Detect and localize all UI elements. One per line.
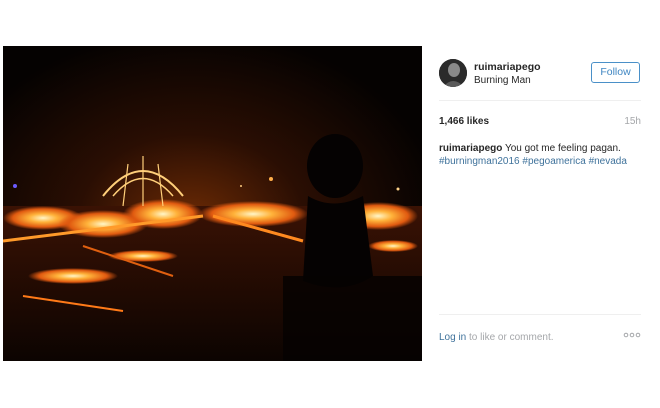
avatar[interactable] <box>439 59 467 87</box>
caption-text: You got me feeling pagan. <box>504 143 621 154</box>
post-time[interactable]: 15h <box>624 116 641 127</box>
caption: ruimariapego You got me feeling pagan. #… <box>439 142 641 168</box>
hashtag-link[interactable]: #burningman2016 <box>439 156 520 167</box>
login-prompt-text: to like or comment. <box>469 332 554 343</box>
more-options-button[interactable] <box>623 330 641 340</box>
post-header: ruimariapego Burning Man Follow <box>439 59 641 99</box>
location[interactable]: Burning Man <box>474 75 531 86</box>
divider <box>439 100 641 101</box>
login-prompt: Log in to like or comment. <box>439 332 554 343</box>
post-photo[interactable] <box>3 46 422 361</box>
divider <box>439 314 641 315</box>
follow-button[interactable]: Follow <box>591 62 640 83</box>
bonfire-photo <box>3 46 422 361</box>
login-link[interactable]: Log in <box>439 332 466 343</box>
ellipsis-icon <box>623 332 641 338</box>
hashtag-link[interactable]: #nevada <box>589 156 627 167</box>
hashtag-link[interactable]: #pegoamerica <box>522 156 585 167</box>
post-card: ruimariapego Burning Man Follow 1,466 li… <box>3 46 644 361</box>
post-sidebar: ruimariapego Burning Man Follow 1,466 li… <box>422 46 644 361</box>
likes-count[interactable]: 1,466 likes <box>439 116 489 127</box>
avatar-icon <box>439 59 467 87</box>
caption-username[interactable]: ruimariapego <box>439 143 502 154</box>
username[interactable]: ruimariapego <box>474 61 541 73</box>
